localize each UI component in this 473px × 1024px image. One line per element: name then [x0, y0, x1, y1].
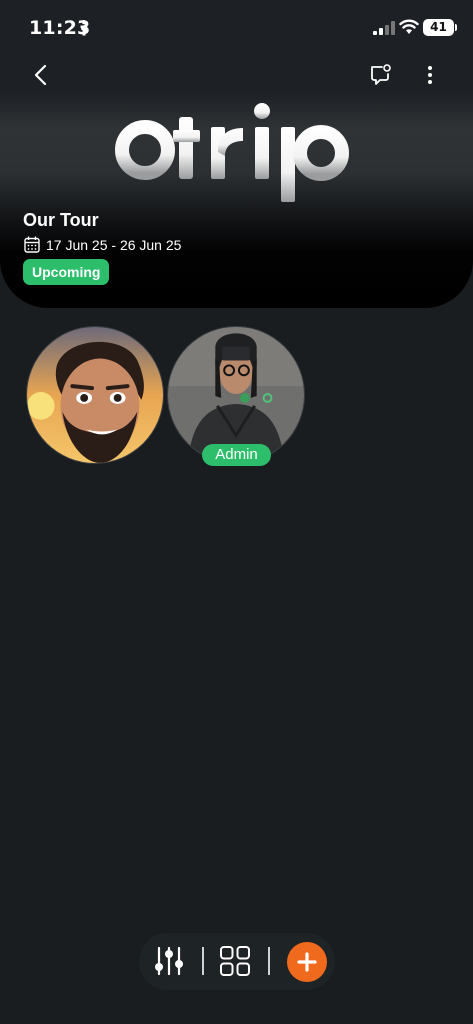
status-bar: 11:23 41	[0, 0, 473, 56]
wifi-icon	[399, 19, 419, 34]
battery-level: 41	[430, 20, 447, 34]
battery-indicator: 41	[423, 19, 457, 36]
add-button[interactable]	[287, 942, 327, 982]
member-avatar-1[interactable]	[26, 326, 164, 464]
avatar	[26, 326, 164, 464]
trip-status-badge: Upcoming	[23, 259, 110, 285]
trip-title: Our Tour	[23, 210, 99, 230]
back-button[interactable]	[28, 62, 54, 88]
plus-icon	[297, 952, 317, 972]
member-avatar-2[interactable]: Admin	[167, 326, 305, 466]
calendar-icon	[24, 236, 40, 253]
chat-bubble-icon[interactable]	[368, 63, 392, 87]
bottom-toolbar	[139, 933, 335, 990]
more-vertical-icon[interactable]	[420, 63, 440, 87]
sliders-icon[interactable]	[153, 945, 185, 977]
trip-date-range: 17 Jun 25 - 26 Jun 25	[46, 237, 182, 253]
toolbar-divider	[202, 947, 204, 975]
toolbar-divider	[268, 947, 270, 975]
grid-icon[interactable]	[219, 945, 251, 977]
member-list: Admin	[0, 326, 473, 476]
otrip-logo	[115, 103, 349, 202]
admin-role-badge: Admin	[202, 444, 271, 466]
person-icon	[80, 20, 88, 36]
signal-icon	[373, 21, 395, 35]
